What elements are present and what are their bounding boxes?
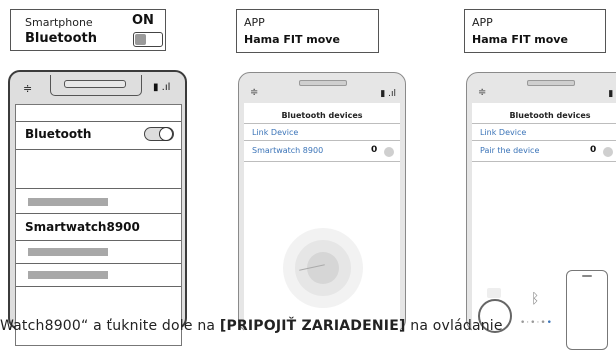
signal-icon: ▮ .ıl <box>380 89 396 99</box>
bluetooth-toggle[interactable] <box>144 127 174 141</box>
watch-strap <box>487 288 501 298</box>
signal-icon: ▮ .ıl <box>608 89 616 99</box>
wifi-icon: ≑ <box>250 87 259 98</box>
pairing-dots: •·•·•• <box>520 318 553 328</box>
placeholder-bar <box>28 198 108 206</box>
caption-title: Bluetooth <box>25 31 97 46</box>
caption-title: Hama FIT move <box>244 33 340 46</box>
caption-label: APP <box>244 16 265 29</box>
state-label: ON <box>132 13 154 28</box>
screen-title: Bluetooth devices <box>509 111 591 120</box>
phone-screen: Bluetooth Smartwatch8900 <box>15 104 182 346</box>
instruction-bold: [PRIPOJIŤ ZARIADENIE] <box>219 318 406 334</box>
caption-toggle <box>133 32 163 47</box>
phone-graphic-icon <box>566 270 608 350</box>
caption-title: Hama FIT move <box>472 33 568 46</box>
phone-app-searching: ≑ ▮ .ıl Bluetooth devices Link Device Sm… <box>238 72 406 343</box>
device-item[interactable]: Smartwatch 8900 <box>252 146 323 155</box>
caption-box-app-3: APP Hama FIT move <box>464 9 606 53</box>
link-device-button[interactable]: Link Device <box>480 128 526 137</box>
caption-label: Smartphone <box>25 16 93 29</box>
instruction-text: Watch8900“ a ťuknite dole na [PRIPOJIŤ Z… <box>0 318 503 334</box>
phone-screen: Bluetooth devices Link Device Smartwatch… <box>244 103 400 343</box>
link-device-button[interactable]: Link Device <box>252 128 298 137</box>
caption-box-bluetooth: Smartphone Bluetooth ON <box>10 9 166 51</box>
wifi-icon: ≑ <box>478 87 487 98</box>
device-list-item[interactable]: Smartwatch8900 <box>25 220 140 234</box>
notch <box>50 75 142 96</box>
screen-title: Bluetooth devices <box>281 111 363 120</box>
watch-icon: 0 <box>371 145 378 155</box>
pair-device-item[interactable]: Pair the device <box>480 146 539 155</box>
phone-speaker <box>527 80 575 86</box>
link-icon[interactable] <box>384 147 394 157</box>
signal-icon: ▮ .ıl <box>153 82 171 93</box>
bluetooth-setting-label: Bluetooth <box>25 127 92 141</box>
caption-label: APP <box>472 16 493 29</box>
placeholder-bar <box>28 248 108 256</box>
placeholder-bar <box>28 271 108 279</box>
bluetooth-icon: ᛒ <box>531 291 540 307</box>
phone-speaker <box>299 80 347 86</box>
watch-icon: 0 <box>590 145 597 155</box>
caption-box-app-2: APP Hama FIT move <box>236 9 379 53</box>
link-icon[interactable] <box>603 147 613 157</box>
wifi-icon: ≑ <box>23 82 33 95</box>
phone-settings: ≑ ▮ .ıl Bluetooth Smartwatch8900 <box>8 70 187 346</box>
